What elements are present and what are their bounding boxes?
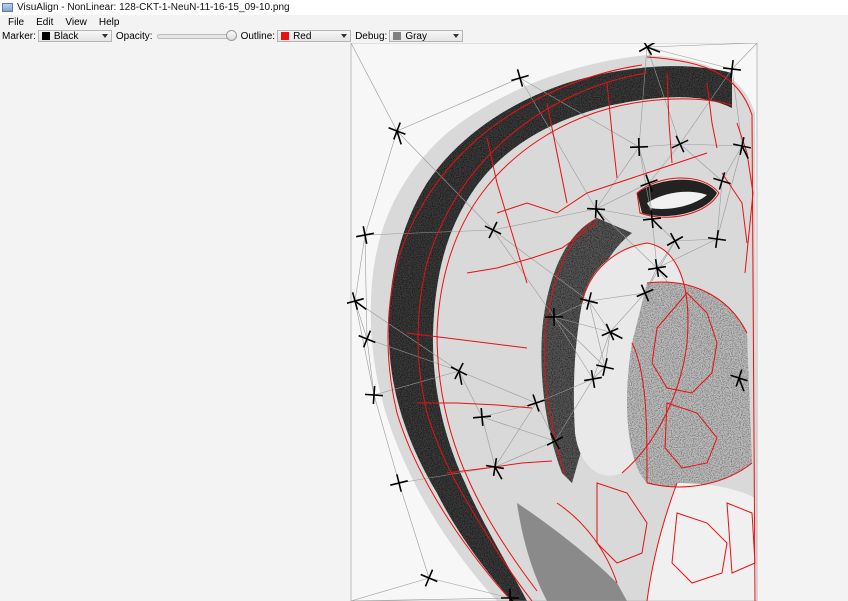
marker-color-select[interactable]: Black [37,30,112,42]
app-icon [2,3,13,12]
opacity-slider-track [156,34,237,39]
menu-help[interactable]: Help [93,17,126,28]
debug-color-swatch [393,32,402,40]
outline-color-swatch [281,32,290,40]
marker-color-swatch [41,32,50,40]
menu-edit[interactable]: Edit [30,17,59,28]
marker-label: Marker: [2,30,36,42]
debug-color-value: Gray [405,30,427,42]
opacity-slider-thumb[interactable] [225,30,237,41]
opacity-label: Opacity: [115,30,153,42]
debug-color-select[interactable]: Gray [389,30,464,42]
title-bar: VisuAlign - NonLinear: 128-CKT-1-NeuN-11… [0,0,848,15]
outline-label: Outline: [240,30,276,42]
menu-bar: File Edit View Help [0,15,848,29]
toolbar: Marker: Black Opacity: Outline: Red Debu… [0,29,848,43]
debug-label: Debug: [355,30,388,42]
opacity-slider[interactable] [156,30,237,42]
window-title: VisuAlign - NonLinear: 128-CKT-1-NeuN-11… [17,2,290,13]
outline-color-value: Red [293,30,312,42]
chevron-down-icon [453,34,460,38]
chevron-down-icon [101,34,108,38]
brain-section-view[interactable] [347,43,760,601]
menu-file[interactable]: File [0,17,30,28]
chevron-down-icon [341,34,348,38]
marker-color-value: Black [53,30,79,42]
image-canvas[interactable] [347,43,760,601]
outline-color-select[interactable]: Red [277,30,352,42]
menu-view[interactable]: View [59,17,93,28]
